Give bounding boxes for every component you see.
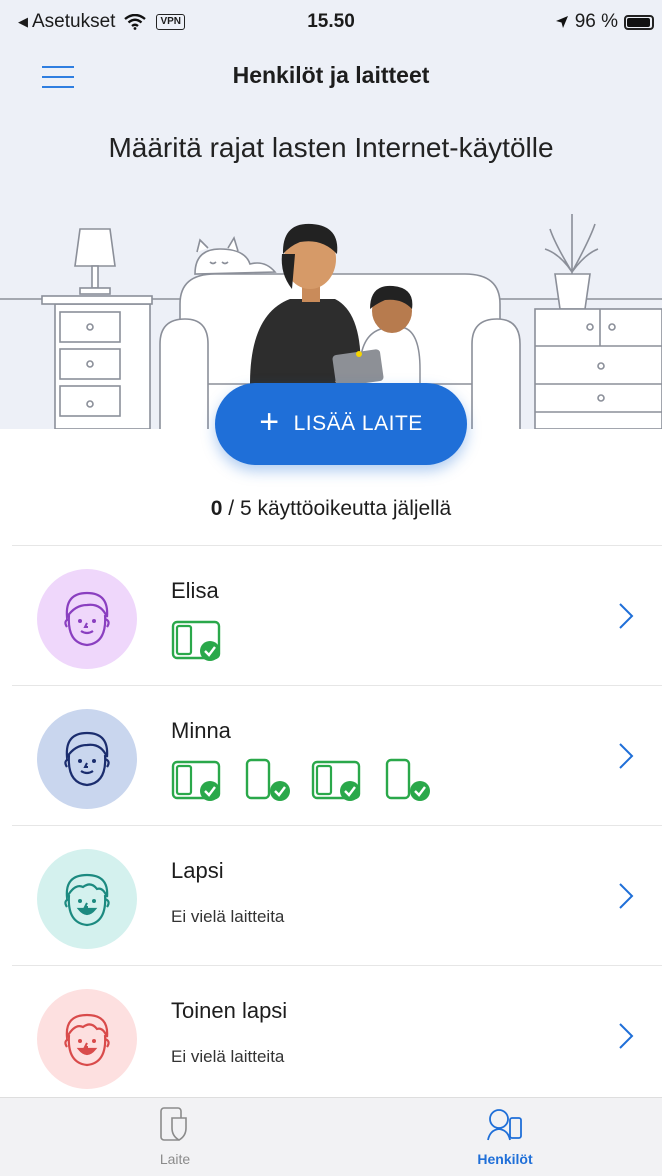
tablet-protected-icon (171, 620, 221, 661)
chevron-right-icon (619, 883, 634, 909)
battery-icon (624, 14, 654, 30)
plus-icon: + (259, 403, 280, 441)
tab-henkilot-label: Henkilöt (477, 1151, 533, 1167)
license-rest: / 5 käyttöoikeutta jäljellä (222, 497, 452, 520)
person-row-lapsi[interactable]: Lapsi Ei vielä laitteita (12, 826, 662, 966)
license-used: 0 (210, 497, 223, 520)
person-device-icon (487, 1109, 522, 1141)
tablet-protected-icon (311, 760, 361, 801)
location-arrow-icon (555, 16, 568, 28)
avatar (37, 849, 137, 949)
person-name: Minna (171, 718, 231, 743)
person-row-elisa[interactable]: Elisa (12, 546, 662, 686)
avatar (37, 709, 137, 809)
battery-percent: 96 % (574, 11, 618, 32)
device-shield-icon (160, 1107, 187, 1141)
tab-bar: Laite Henkilöt (0, 1097, 662, 1176)
status-bar: ◀ Asetukset VPN 15.50 96 % (0, 0, 662, 44)
avatar (37, 989, 137, 1089)
person-status: Ei vielä laitteita (171, 1047, 285, 1066)
child-face-icon (64, 873, 110, 927)
tab-laite[interactable]: Laite (115, 1106, 235, 1167)
person-row-minna[interactable]: Minna (12, 686, 662, 826)
person-name: Lapsi (171, 858, 224, 883)
phone-protected-icon (385, 758, 430, 801)
person-face-icon (64, 591, 110, 647)
add-device-label: LISÄÄ LAITE (293, 412, 423, 435)
page-title: Henkilöt ja laitteet (232, 62, 430, 88)
add-device-button[interactable]: + LISÄÄ LAITE (215, 383, 467, 465)
tab-henkilot[interactable]: Henkilöt (445, 1106, 565, 1167)
chevron-right-icon (619, 1023, 634, 1049)
person-name: Elisa (171, 578, 219, 603)
header: Henkilöt ja laitteet Määritä rajat laste… (0, 44, 662, 429)
battery-level (627, 17, 651, 27)
chevron-right-icon (619, 603, 634, 629)
license-count: 0 / 5 käyttöoikeutta jäljellä (0, 497, 662, 521)
avatar (37, 569, 137, 669)
headline: Määritä rajat lasten Internet-käytölle (108, 132, 554, 163)
person-status: Ei vielä laitteita (171, 907, 285, 926)
device-list (171, 758, 433, 802)
device-list (171, 618, 223, 662)
people-list: Elisa Minna Lapsi Ei vielä laitteita Toi… (12, 545, 662, 1106)
person-face-icon (64, 731, 110, 787)
chevron-right-icon (619, 743, 634, 769)
phone-protected-icon (245, 758, 290, 801)
person-row-toinen-lapsi[interactable]: Toinen lapsi Ei vielä laitteita (12, 966, 662, 1106)
person-name: Toinen lapsi (171, 998, 288, 1023)
tab-laite-label: Laite (159, 1151, 191, 1167)
tablet-protected-icon (171, 760, 221, 801)
child-face-icon (64, 1013, 110, 1067)
